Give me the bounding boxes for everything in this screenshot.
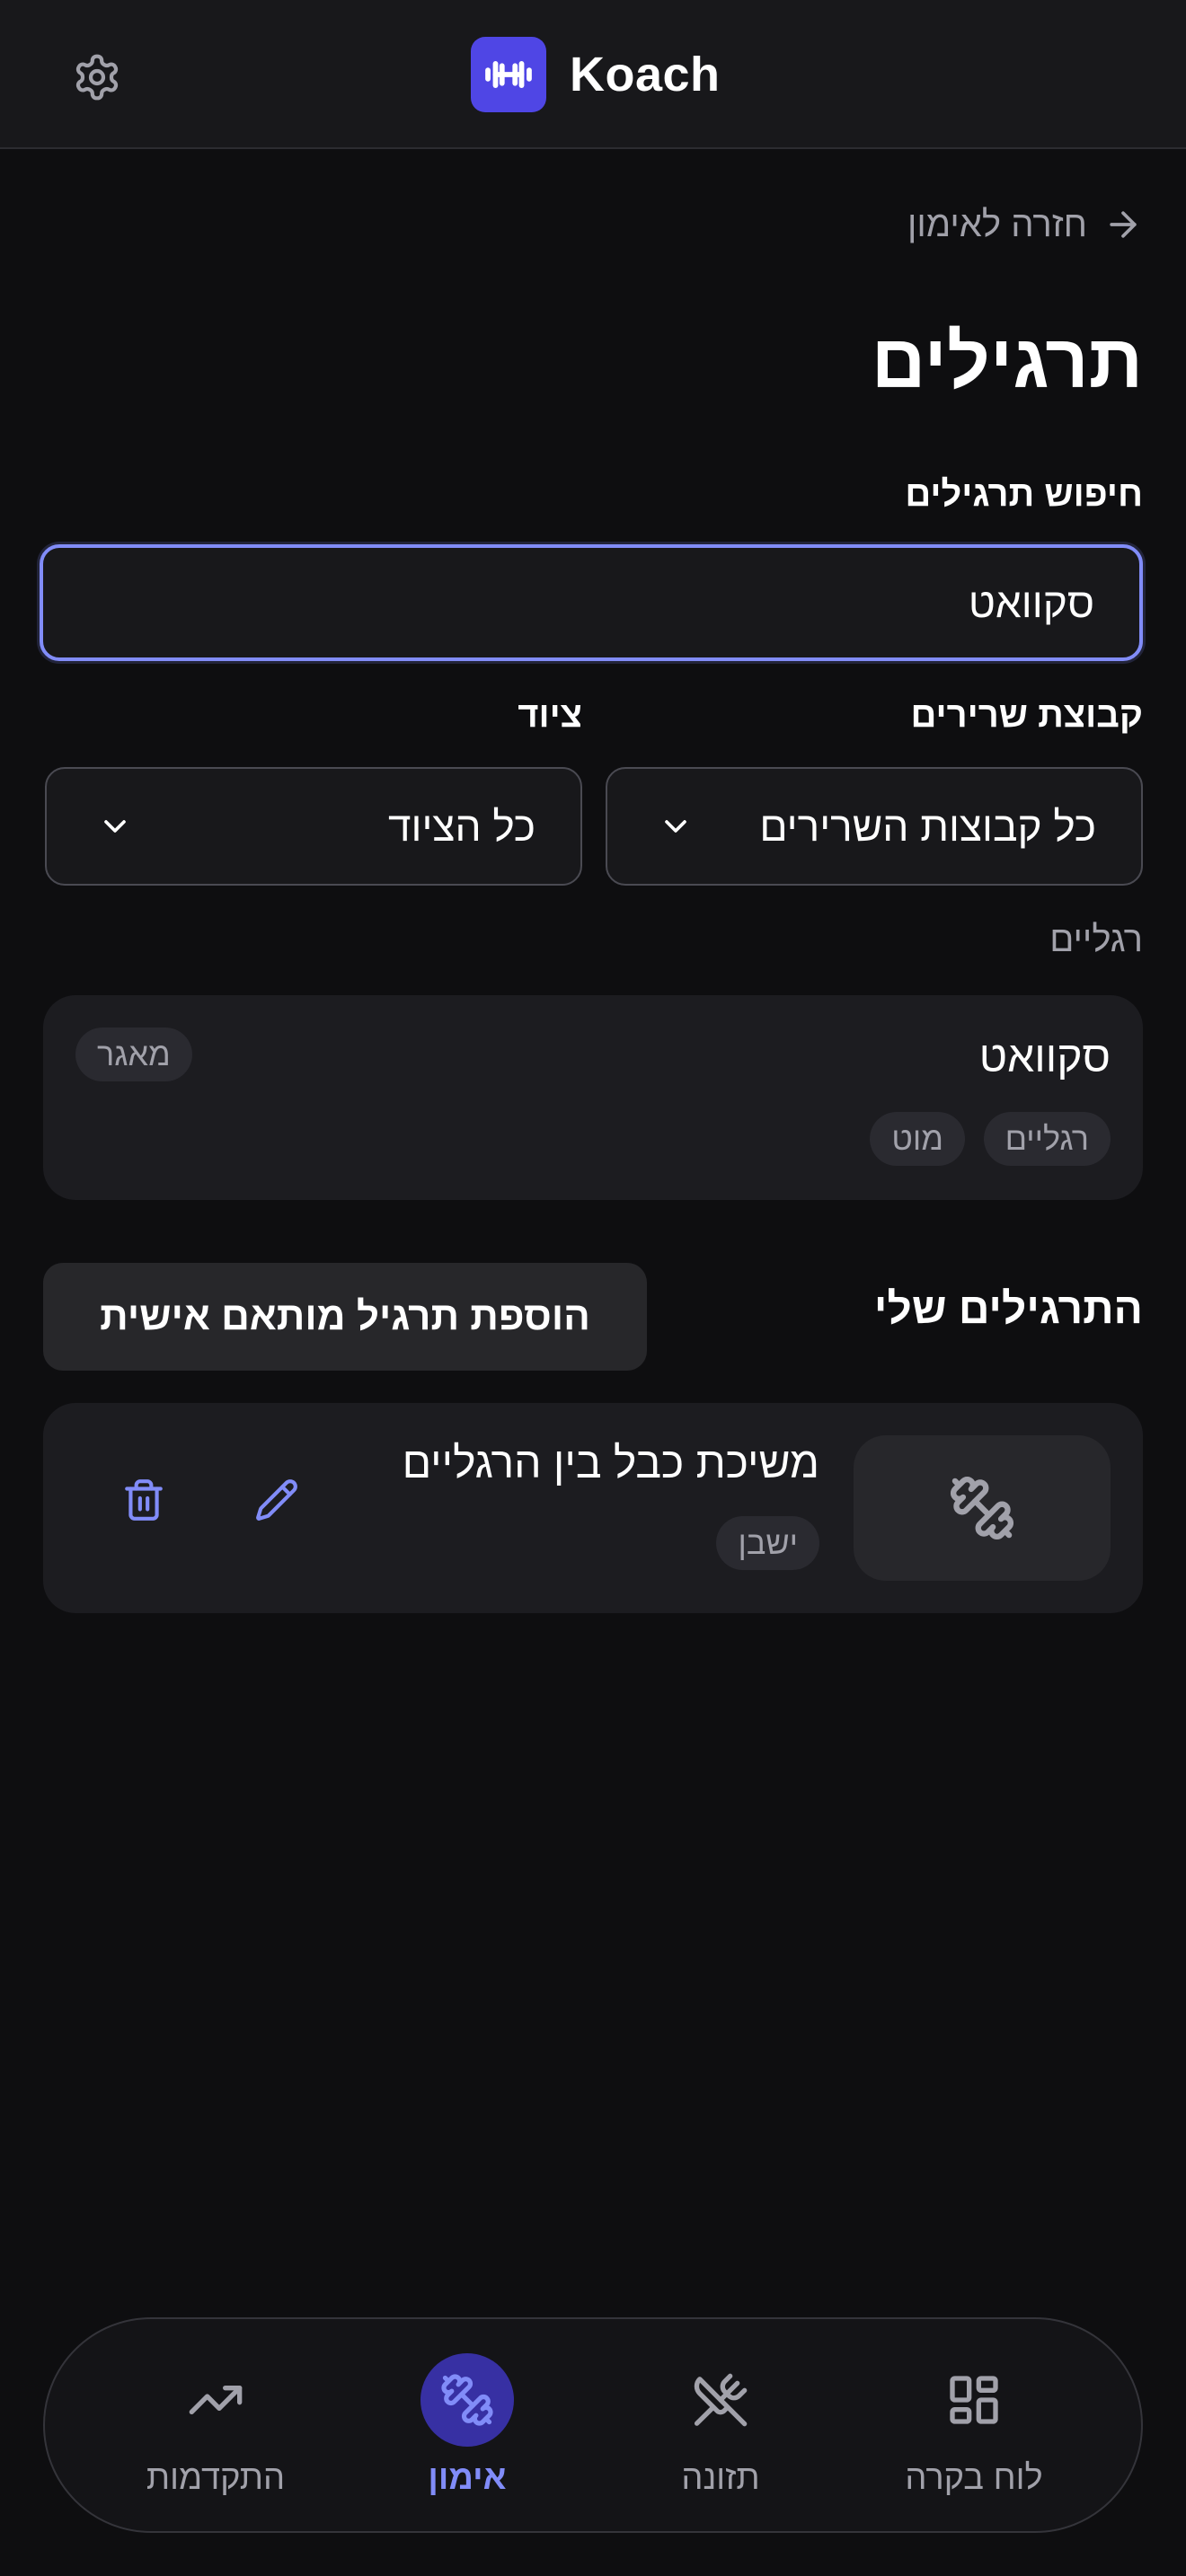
exercise-name: משיכת כבל בין הרגליים [402,1440,819,1487]
pencil-icon [256,1479,297,1521]
page-title: תרגילים [871,319,1143,403]
muscle-group-select[interactable]: כל קבוצות השרירים [606,767,1143,886]
dumbbell-icon [485,61,532,88]
settings-button[interactable] [65,45,129,110]
nav-icon-wrapper [169,2353,262,2447]
arrow-right-icon [1110,211,1137,238]
dashboard-grid-icon [950,2376,998,2424]
edit-exercise-button[interactable] [241,1464,313,1536]
nav-label: תזונה [681,2459,760,2497]
nav-icon-wrapper [420,2353,514,2447]
muscle-group-label: קבוצת שרירים [910,695,1143,735]
app-name: Koach [570,48,721,101]
back-to-workout-link[interactable]: חזרה לאימון [907,196,1143,253]
nav-label: אימון [428,2459,507,2497]
trending-up-icon [189,2386,243,2414]
trash-icon [125,1479,163,1521]
dumbbell-icon [951,1477,1013,1539]
dumbbell-icon [441,2374,493,2426]
chevron-down-icon [665,820,686,833]
nav-item-nutrition[interactable]: תזונה [595,2319,846,2535]
search-label: חיפוש תרגילים [905,474,1143,514]
exercise-name: סקוואט [978,1034,1111,1081]
brand[interactable]: Koach [471,36,721,113]
search-input[interactable] [40,544,1143,661]
nav-item-dashboard[interactable]: לוח בקרה [848,2319,1100,2535]
equipment-tag: מוט [870,1112,965,1166]
app-logo [471,37,546,112]
chevron-down-icon [104,820,126,833]
custom-exercise-card[interactable]: משיכת כבל בין הרגליים ישבן [43,1403,1143,1613]
delete-exercise-button[interactable] [108,1464,180,1536]
nav-item-workout[interactable]: אימון [341,2319,593,2535]
nav-label: התקדמות [146,2459,286,2497]
bottom-navigation: התקדמות אימון תזונה לוח בקרה [43,2317,1143,2533]
utensils-crossed-icon [694,2373,748,2427]
nav-icon-wrapper [927,2353,1021,2447]
equipment-value: כל הציוד [388,803,535,850]
top-bar: Koach [0,0,1186,149]
add-custom-exercise-button[interactable]: הוספת תרגיל מותאם אישית [43,1263,647,1371]
source-badge: מאגר [75,1028,192,1081]
muscle-group-value: כל קבוצות השרירים [759,803,1096,850]
back-link-label: חזרה לאימון [907,204,1087,244]
muscle-tag: רגליים [983,1112,1111,1166]
nav-icon-wrapper [674,2353,767,2447]
nav-label: לוח בקרה [905,2459,1043,2497]
equipment-select[interactable]: כל הציוד [45,767,582,886]
exercise-thumbnail [854,1435,1111,1581]
nav-item-progress[interactable]: התקדמות [90,2319,341,2535]
muscle-tag: ישבן [716,1516,819,1570]
my-exercises-title: התרגילים שלי [873,1285,1143,1333]
equipment-label: ציוד [518,695,582,735]
exercise-card-squat[interactable]: סקוואט רגליים מוט מאגר [43,995,1143,1200]
gear-icon [75,54,119,101]
muscle-group-heading: רגליים [1049,920,1143,959]
